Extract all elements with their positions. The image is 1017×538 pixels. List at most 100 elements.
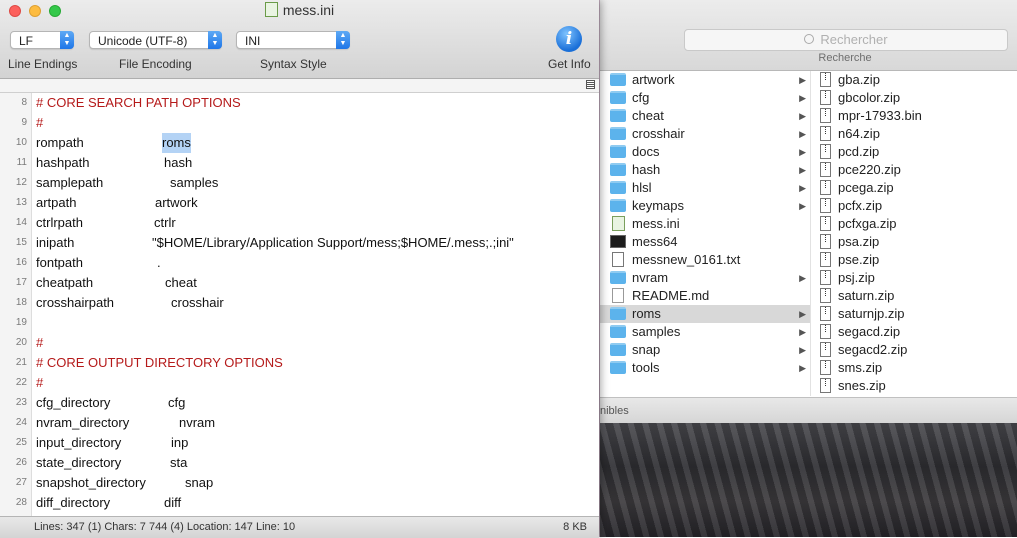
finder-item-cfg[interactable]: cfg ▶ (600, 89, 810, 107)
file-encoding-label: File Encoding (119, 57, 192, 71)
code-line[interactable]: 8 # CORE SEARCH PATH OPTIONS (0, 93, 599, 113)
code-line[interactable]: 11 hashpath hash (0, 153, 599, 173)
finder-file-label: snes.zip (838, 378, 886, 393)
code-line[interactable]: 27 snapshot_directory snap (0, 473, 599, 493)
navigation-bar (0, 79, 599, 93)
zip-archive-icon (820, 342, 831, 357)
code-line[interactable]: 25 input_directory inp (0, 433, 599, 453)
finder-file-item[interactable]: snes.zip (811, 377, 1017, 395)
finder-file-item[interactable]: gbcolor.zip (811, 89, 1017, 107)
line-endings-select[interactable]: LF ▲ ▼ (10, 31, 74, 49)
finder-file-item[interactable]: sms.zip (811, 359, 1017, 377)
code-line[interactable]: 17 cheatpath cheat (0, 273, 599, 293)
finder-file-item[interactable]: psj.zip (811, 269, 1017, 287)
finder-item-roms[interactable]: roms ▶ (600, 305, 810, 323)
folder-icon (610, 145, 626, 158)
finder-file-item[interactable]: saturnjp.zip (811, 305, 1017, 323)
code-line[interactable]: 24 nvram_directory nvram (0, 413, 599, 433)
finder-file-item[interactable]: psa.zip (811, 233, 1017, 251)
finder-file-item[interactable]: pcega.zip (811, 179, 1017, 197)
code-line[interactable]: 10 rompath roms (0, 133, 599, 153)
finder-item-label: artwork (632, 72, 675, 87)
finder-file-label: psj.zip (838, 270, 875, 285)
zip-archive-icon (820, 378, 831, 393)
folder-icon (610, 73, 626, 86)
search-icon (804, 34, 815, 44)
option-value: artwork (155, 195, 198, 210)
option-key: input_directory (36, 435, 122, 450)
finder-item-label: mess.ini (632, 216, 680, 231)
option-value: . (157, 255, 161, 270)
comment-text: # (36, 335, 44, 350)
finder-file-item[interactable]: mpr-17933.bin (811, 107, 1017, 125)
chevron-right-icon: ▶ (799, 363, 806, 373)
code-line[interactable]: 12 samplepath samples (0, 173, 599, 193)
finder-file-item[interactable]: pce220.zip (811, 161, 1017, 179)
finder-file-item[interactable]: saturn.zip (811, 287, 1017, 305)
outline-menu-icon[interactable] (586, 80, 595, 89)
finder-item-crosshair[interactable]: crosshair ▶ (600, 125, 810, 143)
finder-item-mess-ini[interactable]: mess.ini (600, 215, 810, 233)
finder-file-item[interactable]: n64.zip (811, 125, 1017, 143)
option-value: "$HOME/Library/Application Support/mess;… (152, 235, 514, 250)
code-line[interactable]: 20 # (0, 333, 599, 353)
finder-file-item[interactable]: pcfx.zip (811, 197, 1017, 215)
finder-search-input[interactable]: Rechercher (684, 29, 1008, 51)
finder-file-item[interactable]: segacd.zip (811, 323, 1017, 341)
option-value: inp (171, 435, 189, 450)
line-number: 23 (15, 397, 27, 408)
finder-item-nvram[interactable]: nvram ▶ (600, 269, 810, 287)
zip-archive-icon (820, 360, 831, 375)
finder-item-snap[interactable]: snap ▶ (600, 341, 810, 359)
finder-item-tools[interactable]: tools ▶ (600, 359, 810, 377)
finder-item-readme-md[interactable]: README.md (600, 287, 810, 305)
search-label: Recherche (818, 52, 872, 64)
syntax-style-select[interactable]: INI ▲ ▼ (236, 31, 350, 49)
line-number: 8 (21, 97, 27, 108)
folder-icon (610, 127, 626, 140)
file-encoding-select[interactable]: Unicode (UTF-8) ▲ ▼ (89, 31, 222, 49)
code-line[interactable]: 16 fontpath. (0, 253, 599, 273)
code-line[interactable]: 18 crosshairpath crosshair (0, 293, 599, 313)
finder-file-item[interactable]: pcfxga.zip (811, 215, 1017, 233)
info-icon[interactable]: i (556, 26, 582, 52)
text-editor-area[interactable]: 8 # CORE SEARCH PATH OPTIONS 9 #10 rompath ro… (0, 93, 599, 516)
code-line[interactable]: 28 diff_directory diff (0, 493, 599, 513)
finder-item-label: crosshair (632, 126, 685, 141)
chevron-up-down-icon: ▲ ▼ (60, 31, 74, 49)
code-line[interactable]: 22 # (0, 373, 599, 393)
get-info-label[interactable]: Get Info (548, 57, 591, 71)
finder-window: Rechercher Recherche artwork ▶ cfg ▶ cheat ▶ c… (600, 0, 1017, 423)
zip-archive-icon (820, 180, 831, 195)
finder-item-hlsl[interactable]: hlsl ▶ (600, 179, 810, 197)
finder-status-bar: nibles (600, 397, 1017, 423)
comment-text: # (36, 375, 44, 390)
finder-item-artwork[interactable]: artwork ▶ (600, 71, 810, 89)
finder-file-item[interactable]: segacd2.zip (811, 341, 1017, 359)
option-value: cheat (165, 275, 197, 290)
code-line[interactable]: 26 state_directory sta (0, 453, 599, 473)
code-line[interactable]: 13 artpath artwork (0, 193, 599, 213)
finder-item-docs[interactable]: docs ▶ (600, 143, 810, 161)
code-line[interactable]: 14 ctrlrpath ctrlr (0, 213, 599, 233)
option-value: snap (185, 475, 214, 490)
code-line[interactable]: 15 inipath "$HOME/Library/Application Supp… (0, 233, 599, 253)
code-line[interactable]: 23 cfg_directory cfg (0, 393, 599, 413)
finder-item-hash[interactable]: hash ▶ (600, 161, 810, 179)
option-key: nvram_directory (36, 415, 130, 430)
code-line[interactable]: 21 # CORE OUTPUT DIRECTORY OPTIONS (0, 353, 599, 373)
finder-file-item[interactable]: pcd.zip (811, 143, 1017, 161)
code-line[interactable]: 9 # (0, 113, 599, 133)
finder-item-messnew-0161-txt[interactable]: messnew_0161.txt (600, 251, 810, 269)
code-line[interactable]: 19 (0, 313, 599, 333)
window-title: mess.ini (0, 2, 599, 18)
finder-item-cheat[interactable]: cheat ▶ (600, 107, 810, 125)
finder-file-item[interactable]: pse.zip (811, 251, 1017, 269)
finder-item-label: cfg (632, 90, 650, 105)
finder-item-samples[interactable]: samples ▶ (600, 323, 810, 341)
finder-item-keymaps[interactable]: keymaps ▶ (600, 197, 810, 215)
finder-file-item[interactable]: gba.zip (811, 71, 1017, 89)
line-number: 13 (15, 197, 27, 208)
chevron-right-icon: ▶ (799, 345, 806, 355)
finder-item-mess64[interactable]: mess64 (600, 233, 810, 251)
